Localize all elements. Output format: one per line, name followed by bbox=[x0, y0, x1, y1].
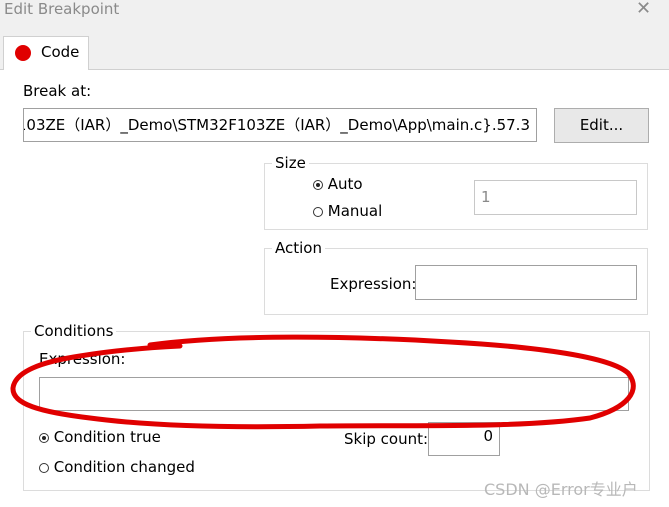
action-legend: Action bbox=[272, 239, 325, 257]
condition-changed-option[interactable]: Condition changed bbox=[39, 458, 195, 476]
condition-true-radio[interactable] bbox=[39, 432, 49, 443]
size-manual-label: Manual bbox=[327, 202, 383, 220]
tab-code[interactable]: Code bbox=[3, 36, 89, 70]
size-auto-label: Auto bbox=[327, 175, 363, 193]
condition-changed-label: Condition changed bbox=[53, 458, 195, 476]
conditions-legend: Conditions bbox=[31, 322, 117, 340]
break-at-value: l32F103ZE（IAR）_Demo\STM32F103ZE（IAR）_Dem… bbox=[23, 116, 530, 134]
size-manual-option[interactable]: Manual bbox=[313, 202, 382, 220]
break-at-input[interactable]: l32F103ZE（IAR）_Demo\STM32F103ZE（IAR）_Dem… bbox=[23, 108, 537, 142]
breakpoint-red-dot-icon bbox=[15, 45, 31, 61]
action-expression-input[interactable] bbox=[415, 265, 637, 300]
condition-true-label: Condition true bbox=[53, 428, 161, 446]
tab-strip bbox=[0, 29, 669, 69]
size-auto-radio[interactable] bbox=[313, 179, 323, 190]
close-icon[interactable]: ✕ bbox=[636, 0, 651, 19]
size-value-input[interactable]: 1 bbox=[474, 180, 637, 215]
skip-count-label: Skip count: bbox=[344, 430, 429, 448]
csdn-watermark: CSDN @Error专业户 bbox=[484, 480, 638, 499]
action-expression-label: Expression: bbox=[330, 275, 417, 293]
condition-changed-radio[interactable] bbox=[39, 462, 49, 473]
conditions-expression-label: Expression: bbox=[39, 350, 126, 368]
tab-code-label: Code bbox=[41, 43, 80, 61]
conditions-expression-input[interactable] bbox=[39, 377, 629, 411]
window-title: Edit Breakpoint bbox=[4, 0, 120, 18]
size-manual-radio[interactable] bbox=[313, 206, 323, 217]
skip-count-input[interactable]: 0 bbox=[428, 422, 500, 456]
condition-true-option[interactable]: Condition true bbox=[39, 428, 161, 446]
edit-button[interactable]: Edit... bbox=[554, 108, 649, 143]
size-legend: Size bbox=[272, 154, 309, 172]
break-at-label: Break at: bbox=[23, 82, 92, 100]
size-auto-option[interactable]: Auto bbox=[313, 175, 363, 193]
